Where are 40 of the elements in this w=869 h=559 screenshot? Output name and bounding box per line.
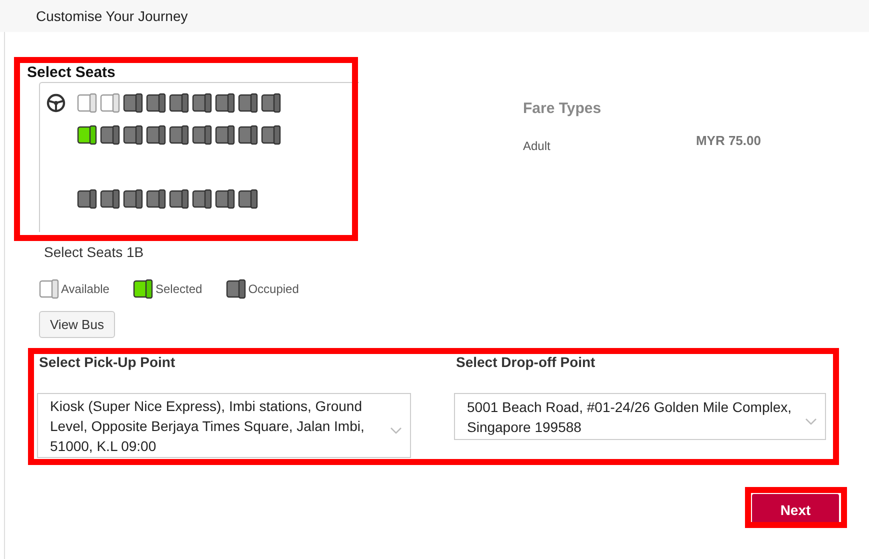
seat-icon[interactable]	[192, 125, 212, 145]
seat-icon[interactable]	[146, 189, 166, 209]
seat-icon[interactable]	[215, 189, 235, 209]
seat-icon[interactable]	[77, 189, 97, 209]
point-label: Select Drop-off Point	[456, 353, 596, 372]
seat-icon[interactable]	[169, 189, 189, 209]
seat-icon[interactable]	[261, 125, 281, 145]
seat-icon[interactable]	[100, 189, 120, 209]
point-label: Select Pick-Up Point	[39, 353, 176, 372]
seat-icon[interactable]	[261, 93, 281, 113]
seat-icon[interactable]	[169, 93, 189, 113]
legend-label: Occupied	[248, 281, 299, 298]
seat-icon[interactable]	[238, 125, 258, 145]
seat-icon[interactable]	[238, 189, 258, 209]
seat-icon[interactable]	[123, 189, 143, 209]
point-select[interactable]: Kiosk (Super Nice Express), Imbi stations, Ground Level, Opposite Berjaya Times Square, Jalan Imbi, 51000, K.L 09:00	[37, 393, 411, 458]
page-title: Customise Your Journey	[36, 6, 188, 26]
fare-type-label: Adult	[523, 138, 550, 154]
fare-price: MYR 75.00	[696, 132, 761, 150]
seat-icon[interactable]	[100, 125, 120, 145]
chevron-down-icon	[805, 418, 817, 426]
legend-label: Selected	[155, 281, 202, 298]
seat-icon[interactable]	[238, 93, 258, 113]
chevron-down-icon	[390, 426, 402, 434]
fare-types-title: Fare Types	[523, 99, 602, 119]
seat-icon[interactable]	[146, 93, 166, 113]
seat-icon[interactable]	[146, 125, 166, 145]
view-bus-button[interactable]: View Bus	[39, 311, 115, 338]
seat-icon[interactable]	[77, 125, 97, 145]
seat-icon[interactable]	[192, 93, 212, 113]
section-title: Select Seats	[27, 65, 116, 81]
legend-label: Available	[61, 281, 110, 298]
seat-icon[interactable]	[169, 125, 189, 145]
point-select[interactable]: 5001 Beach Road, #01-24/26 Golden Mile Complex, Singapore 199588	[454, 393, 826, 440]
seat-icon[interactable]	[215, 93, 235, 113]
seat-icon[interactable]	[123, 93, 143, 113]
seat-icon[interactable]	[192, 189, 212, 209]
seat-icon[interactable]	[123, 125, 143, 145]
selected-seats-text: Select Seats 1B	[44, 243, 145, 262]
seat-icon[interactable]	[215, 125, 235, 145]
